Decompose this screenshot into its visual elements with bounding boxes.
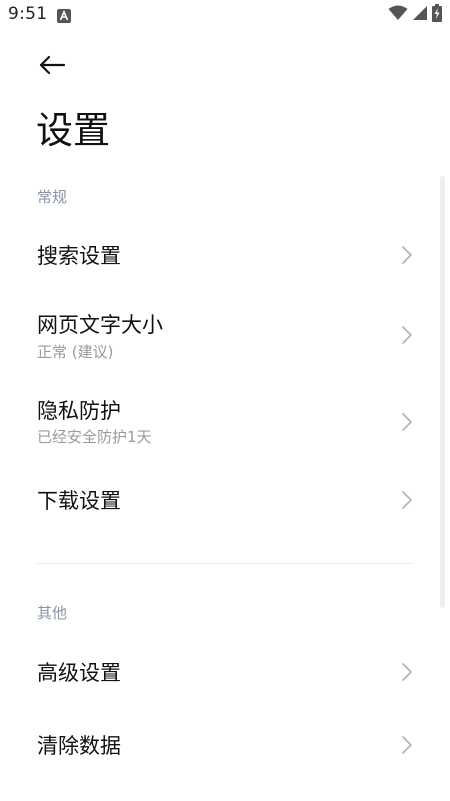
item-title: 隐私防护 — [37, 399, 121, 423]
item-subtitle: 正常 (建议) — [37, 343, 114, 361]
settings-item-clear-data[interactable]: 清除数据 — [0, 715, 440, 775]
item-title: 搜索设置 — [37, 244, 121, 268]
settings-item-search[interactable]: 搜索设置 — [0, 225, 440, 285]
status-bar: 9:51 — [0, 0, 450, 32]
item-title: 下载设置 — [37, 489, 121, 513]
page-title: 设置 — [36, 109, 110, 152]
item-title: 清除数据 — [37, 734, 121, 758]
scrollbar[interactable] — [440, 176, 445, 608]
a-notification-icon — [57, 8, 71, 23]
cellular-signal-icon — [412, 5, 428, 25]
settings-item-privacy[interactable]: 隐私防护 已经安全防护1天 — [0, 387, 440, 457]
item-title: 高级设置 — [37, 661, 121, 685]
item-title: 网页文字大小 — [37, 313, 163, 337]
chevron-right-icon — [400, 245, 414, 265]
section-header-general: 常规 — [37, 188, 68, 206]
section-header-other: 其他 — [37, 604, 68, 622]
settings-item-download[interactable]: 下载设置 — [0, 470, 440, 530]
arrow-left-icon — [38, 55, 66, 79]
status-icons — [388, 4, 442, 26]
battery-charging-icon — [432, 4, 442, 26]
chevron-right-icon — [400, 662, 414, 682]
chevron-right-icon — [400, 490, 414, 510]
chevron-right-icon — [400, 412, 414, 432]
back-button[interactable] — [30, 50, 74, 84]
item-subtitle: 已经安全防护1天 — [37, 428, 152, 446]
chevron-right-icon — [400, 735, 414, 755]
chevron-right-icon — [400, 325, 414, 345]
wifi-icon — [388, 5, 408, 25]
settings-item-advanced[interactable]: 高级设置 — [0, 642, 440, 702]
section-divider — [36, 563, 413, 564]
status-time: 9:51 — [8, 4, 48, 24]
settings-item-font-size[interactable]: 网页文字大小 正常 (建议) — [0, 300, 440, 370]
